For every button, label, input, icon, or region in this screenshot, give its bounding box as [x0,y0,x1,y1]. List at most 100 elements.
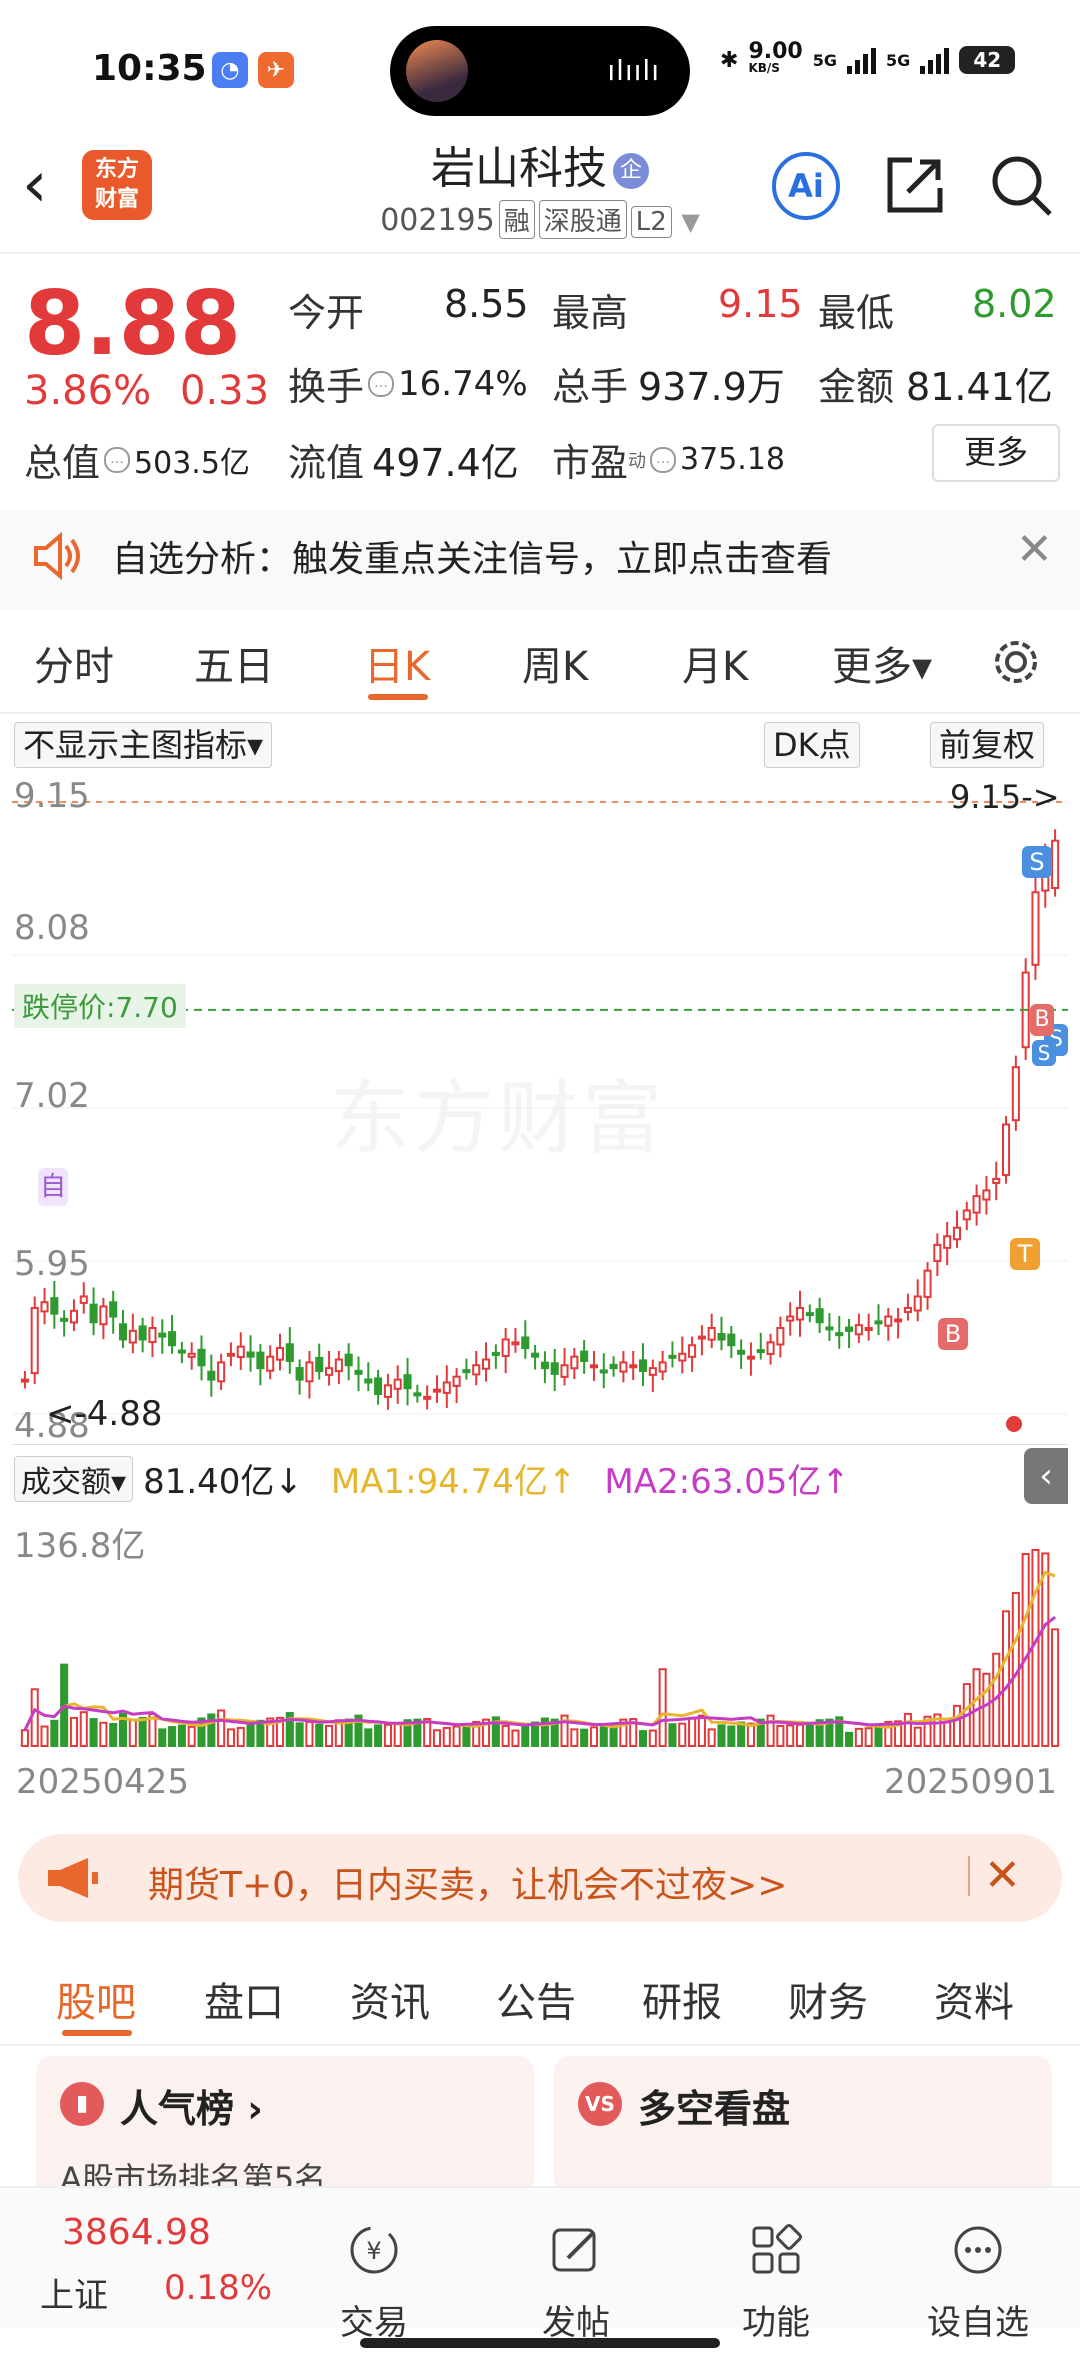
dynamic-island[interactable]: ılıılı [390,26,690,116]
volume-bar [442,1726,451,1748]
share-icon[interactable] [884,154,946,216]
volume-bar [236,1726,245,1748]
long-short-card[interactable]: VS 多空看盘 [554,2056,1052,2196]
tab-finance[interactable]: 财务 [788,1970,868,2028]
candle [589,1364,599,1369]
more-quote-button[interactable]: 更多 [932,424,1060,482]
add-watchlist-button[interactable]: 设自选 [918,2222,1038,2344]
dk-point-toggle[interactable]: DK点 [764,722,860,768]
volume-bar [40,1725,49,1747]
volume-bar [20,1729,29,1747]
functions-label: 功能 [742,2303,810,2343]
notice-text[interactable]: 自选分析：触发重点关注信号，立即点击查看 [112,530,832,582]
pe-group[interactable]: 市盈动… 375.18 [552,432,785,487]
candle [599,1369,608,1374]
tab-research[interactable]: 研报 [642,1970,722,2028]
sell-marker[interactable]: S [1032,1040,1056,1066]
ad-text[interactable]: 期货T+0，日内买卖，让机会不过夜>> [148,1856,787,1908]
status-bar: 10:35 ◔ ✈ ılıılı ✱ 9.00 KB/S 5G 5G 42 [0,0,1080,140]
search-icon[interactable] [988,152,1054,218]
tabs-divider [0,2044,1080,2046]
candle [717,1333,726,1341]
tab-daily-k[interactable]: 日K [364,634,430,692]
post-button[interactable]: 发帖 [516,2222,636,2344]
functions-button[interactable]: 功能 [716,2222,836,2344]
candle [874,1320,883,1325]
tab-intraday[interactable]: 分时 [34,634,114,692]
tab-profile[interactable]: 资料 [934,1970,1014,2028]
index-change[interactable]: 0.18% [164,2268,272,2308]
volume-bar [177,1724,186,1747]
index-value[interactable]: 3864.98 [62,2212,211,2253]
candle [1011,1066,1020,1122]
popularity-card[interactable]: ▮ 人气榜 › A股市场排名第5名 [36,2056,534,2198]
volume-bar [580,1728,589,1748]
amount-label: 金额 [818,365,895,409]
sell-marker[interactable]: S [1022,846,1052,878]
trade-button[interactable]: ¥ 交易 [314,2222,434,2344]
collapse-arrow-icon[interactable]: ‹ [1024,1448,1068,1504]
high-label: 最高 [552,291,629,335]
net-speed: 9.00 [748,39,803,64]
adjust-select[interactable]: 前复权 [930,722,1045,768]
tab-guba[interactable]: 股吧 [56,1970,136,2028]
tab-five-day[interactable]: 五日 [194,634,274,692]
close-icon[interactable]: ✕ [984,1850,1021,1901]
candle [79,1295,88,1304]
candle [60,1317,69,1322]
amount-group: 金额 81.41亿 [818,356,1053,411]
ai-button[interactable]: Ai [772,152,840,220]
candle [69,1309,79,1324]
stock-code: 002195 [380,203,495,238]
tab-weekly-k[interactable]: 周K [522,634,588,692]
buy-marker[interactable]: B [938,1318,968,1350]
close-icon[interactable]: ✕ [1016,524,1053,575]
buy-marker[interactable]: B [1030,1004,1054,1036]
t-marker[interactable]: T [1010,1238,1040,1270]
candle [393,1378,402,1390]
indicator-select[interactable]: 不显示主图指标▾ [14,722,273,768]
tab-more[interactable]: 更多▾ [832,634,932,692]
candle [295,1367,304,1381]
volume-bar [903,1712,912,1747]
candle [805,1312,814,1317]
more-dots-icon [954,2226,1002,2274]
candle [501,1338,510,1357]
index-name[interactable]: 上证 [40,2268,108,2317]
tab-announcements[interactable]: 公告 [496,1970,576,2028]
volume-bar [1051,1628,1060,1747]
turnover-group[interactable]: 换手… 16.74% [288,356,528,411]
megaphone-icon [48,1858,98,1898]
gear-icon[interactable] [990,636,1042,688]
volume-chart[interactable] [12,1508,1068,1750]
active-tab-indicator [62,2030,132,2036]
candle [226,1352,235,1357]
mktcap-group[interactable]: 总值… 503.5亿 [24,432,250,487]
candle [285,1343,294,1362]
candle [560,1364,569,1378]
candle [1051,839,1060,889]
candle [40,1301,49,1313]
volume-bar [69,1716,79,1747]
volume-bar [226,1728,235,1747]
candle [168,1331,177,1347]
tab-pankou[interactable]: 盘口 [204,1970,284,2028]
signal-bars-icon [920,46,950,74]
volume-bar [109,1722,118,1747]
tab-monthly-k[interactable]: 月K [682,634,748,692]
volume-bar [727,1725,736,1747]
self-select-marker[interactable]: 自 [38,1168,68,1206]
candle [197,1348,206,1367]
candle [972,1195,981,1214]
info-icon: … [104,446,131,473]
volume-type-select[interactable]: 成交额▾ [14,1455,134,1502]
low-label: 最低 [818,291,895,335]
candle [403,1374,412,1390]
volume-bar [658,1668,667,1747]
volume-bar [776,1724,785,1747]
volume-bar [707,1728,716,1747]
candle [246,1351,255,1358]
kline-chart[interactable] [12,774,1068,1442]
tab-news[interactable]: 资讯 [350,1970,430,2028]
volume-bar [570,1728,579,1747]
